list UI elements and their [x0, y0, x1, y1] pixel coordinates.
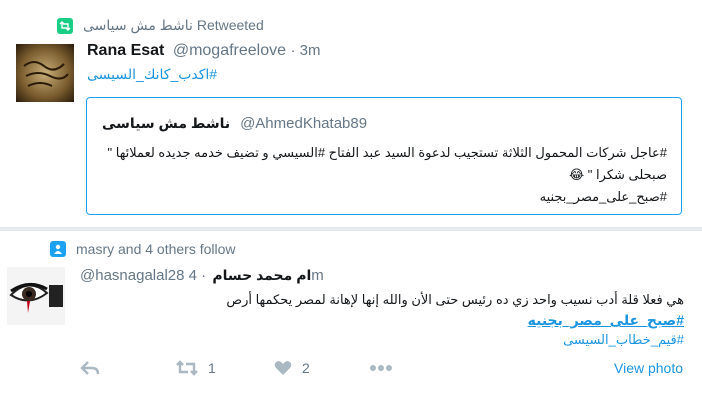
- author-name[interactable]: ام محمد حسام: [212, 267, 311, 283]
- quoted-author-handle: @AhmedKhatab89: [240, 115, 368, 132]
- quoted-line-1: #عاجل شركات المحمول الثلاثة تستجيب لدعوة…: [107, 145, 668, 160]
- author-handle[interactable]: @mogafreelove: [173, 42, 286, 59]
- retweet-count: 1: [208, 360, 216, 376]
- more-button[interactable]: [369, 364, 393, 372]
- tweet-time[interactable]: · 3m: [290, 42, 320, 59]
- retweet-card[interactable]: ناشط مش سياسى Retweeted Rana Esat @mogaf…: [0, 0, 702, 228]
- retweet-icon: [176, 360, 198, 376]
- avatar[interactable]: [7, 267, 65, 325]
- author-name[interactable]: Rana Esat: [87, 42, 164, 59]
- reply-button[interactable]: [80, 360, 100, 376]
- tweet-header: Rana Esat @mogafreelove · 3m: [87, 42, 320, 60]
- follow-context: masry and 4 others follow: [50, 241, 236, 257]
- avatar[interactable]: [16, 44, 74, 102]
- quoted-author-name: ناشط مش سياسى: [102, 115, 231, 131]
- more-icon: [370, 365, 392, 371]
- like-count: 2: [302, 360, 310, 376]
- heart-icon: [274, 361, 292, 375]
- author-handle[interactable]: @hasnagalal28: [80, 267, 184, 284]
- quoted-hashtag: #صبح_على_مصر_بجنيه: [539, 189, 667, 204]
- tweet-header: @hasnagalal28 ام محمد حسام · 4m: [80, 267, 324, 284]
- quoted-tweet[interactable]: ناشط مش سياسى @AhmedKhatab89 #عاجل شركات…: [86, 97, 682, 215]
- follow-context-text[interactable]: masry and 4 others follow: [76, 241, 236, 257]
- hashtag[interactable]: #اكدب_كانك_السيسى: [87, 66, 217, 83]
- like-button[interactable]: 2: [274, 360, 310, 376]
- hashtag[interactable]: #صبح_على_مصر_بجنيه: [84, 310, 684, 330]
- retweet-context-icon: [57, 17, 73, 34]
- tweet-body: هي فعلا قلة أدب نسيب واحد زي ده رئيس حتى…: [84, 290, 684, 350]
- retweet-context-text[interactable]: ناشط مش سياسى Retweeted: [83, 17, 264, 34]
- tweet-actions: 1 2 View photo: [80, 360, 690, 384]
- retweet-button[interactable]: 1: [176, 360, 216, 376]
- view-photo-link[interactable]: View photo: [614, 360, 683, 376]
- tweet-text: هي فعلا قلة أدب نسيب واحد زي ده رئيس حتى…: [226, 292, 684, 307]
- quoted-line-2: صبحلى شكرا " 😂: [569, 167, 667, 182]
- reply-icon: [80, 361, 100, 375]
- hashtag[interactable]: #قيم_خطاب_السيسى: [84, 330, 684, 350]
- quoted-tweet-text: #عاجل شركات المحمول الثلاثة تستجيب لدعوة…: [101, 142, 668, 208]
- person-icon: [50, 241, 66, 257]
- retweet-context: ناشط مش سياسى Retweeted: [57, 17, 264, 34]
- quoted-tweet-header: ناشط مش سياسى @AhmedKhatab89: [102, 115, 367, 132]
